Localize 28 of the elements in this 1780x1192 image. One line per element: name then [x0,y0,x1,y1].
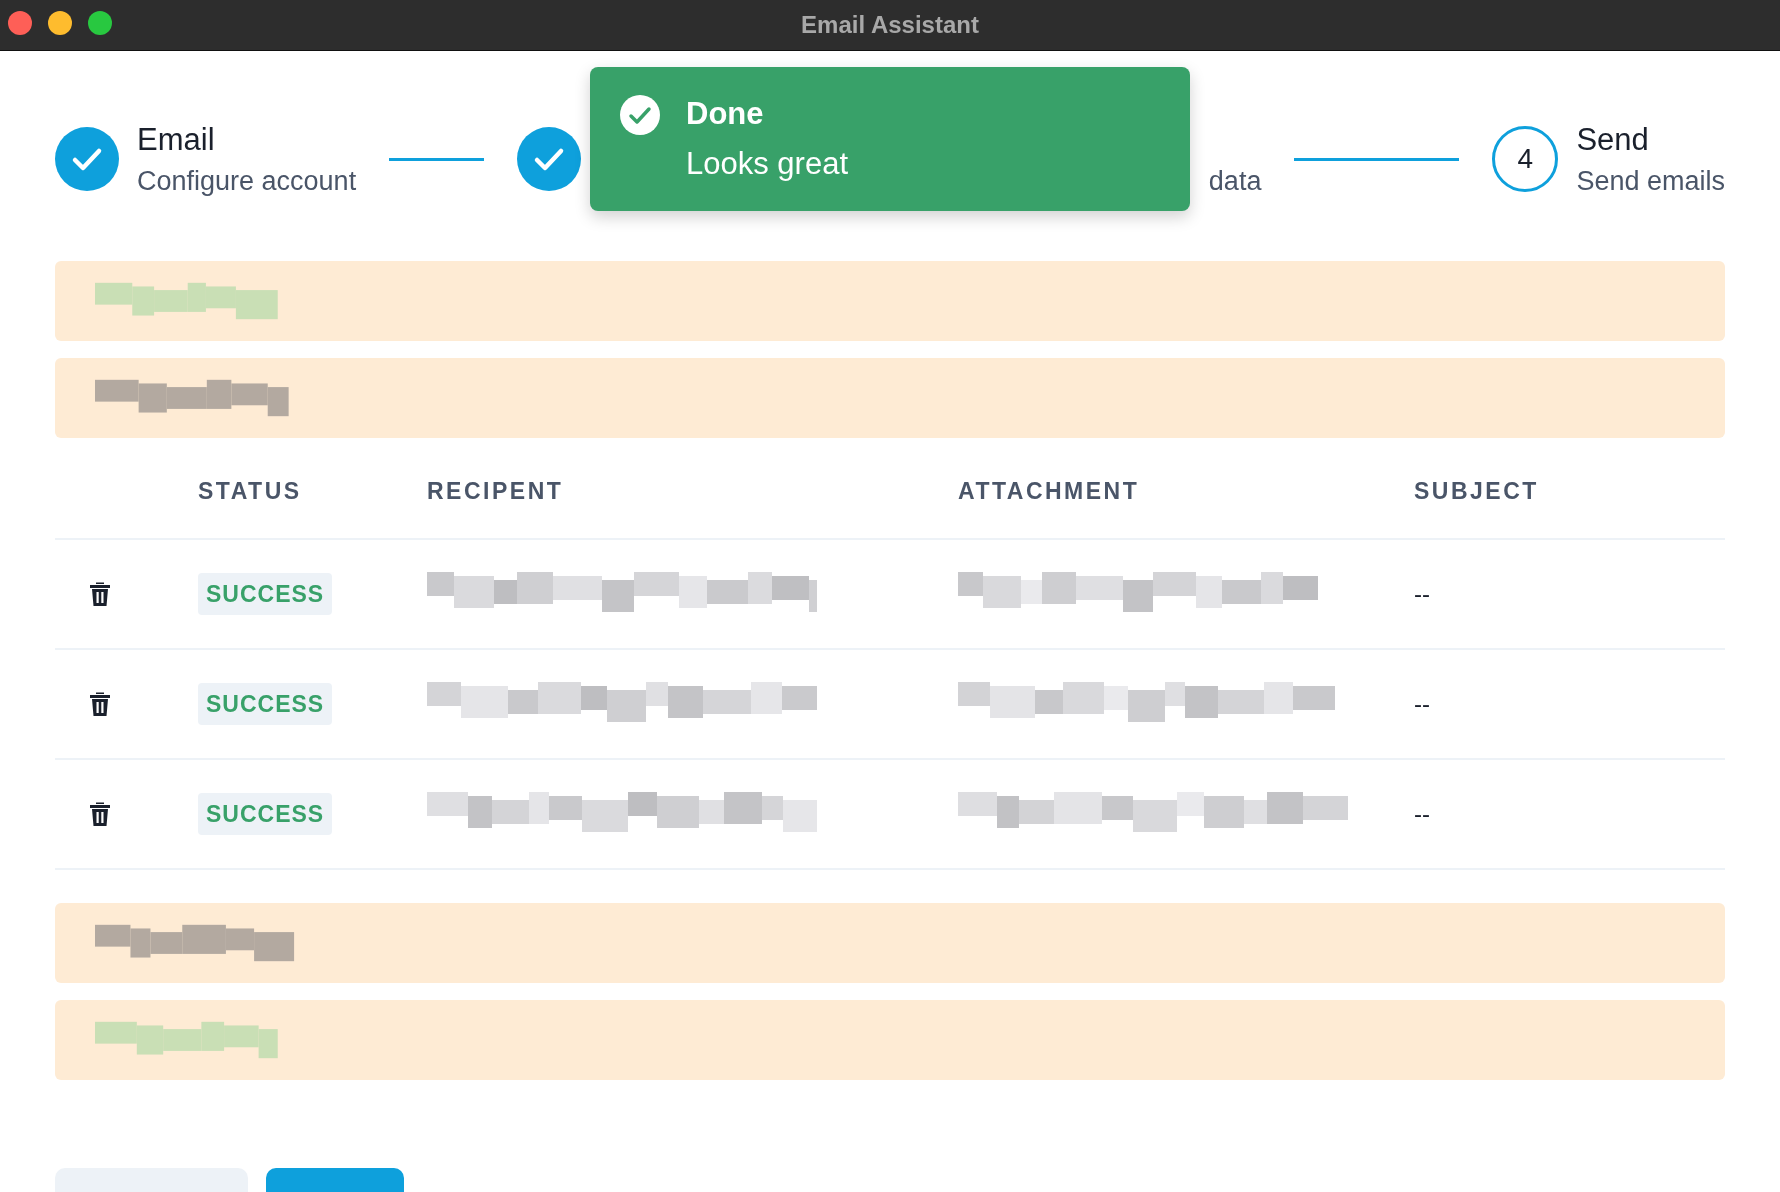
column-header: ATTACHMENT [958,478,1141,505]
column-header: SUBJECT [1414,478,1540,505]
toast-title: Done [686,96,765,132]
step-description: Configure account [137,165,357,197]
step-number: 4 [1492,126,1559,192]
table-cell-text: -- [1414,800,1431,828]
close-icon[interactable] [8,11,32,35]
table-cell-text: -- [1414,580,1431,608]
table-cell-text: -- [1414,690,1431,718]
check-circle-icon [517,127,582,191]
step-description: data [1208,165,1262,197]
step-title: Send [1576,121,1650,158]
column-header: RECIPENT [427,478,565,505]
trash-icon[interactable] [88,581,112,607]
status-badge: SUCCESS [198,792,333,835]
toast-message: Looks great [686,146,848,182]
check-circle-icon [55,127,119,191]
status-badge: SUCCESS [198,572,333,615]
trash-icon[interactable] [88,691,112,717]
check-circle-icon [620,95,660,135]
step-description: Send emails [1576,165,1725,197]
minimize-icon[interactable] [48,11,72,35]
trash-icon[interactable] [88,801,112,827]
window-title: Email Assistant [801,11,979,39]
status-badge: SUCCESS [198,682,333,725]
step-title: Email [137,121,216,158]
zoom-icon[interactable] [88,11,112,35]
column-header: STATUS [198,478,303,505]
